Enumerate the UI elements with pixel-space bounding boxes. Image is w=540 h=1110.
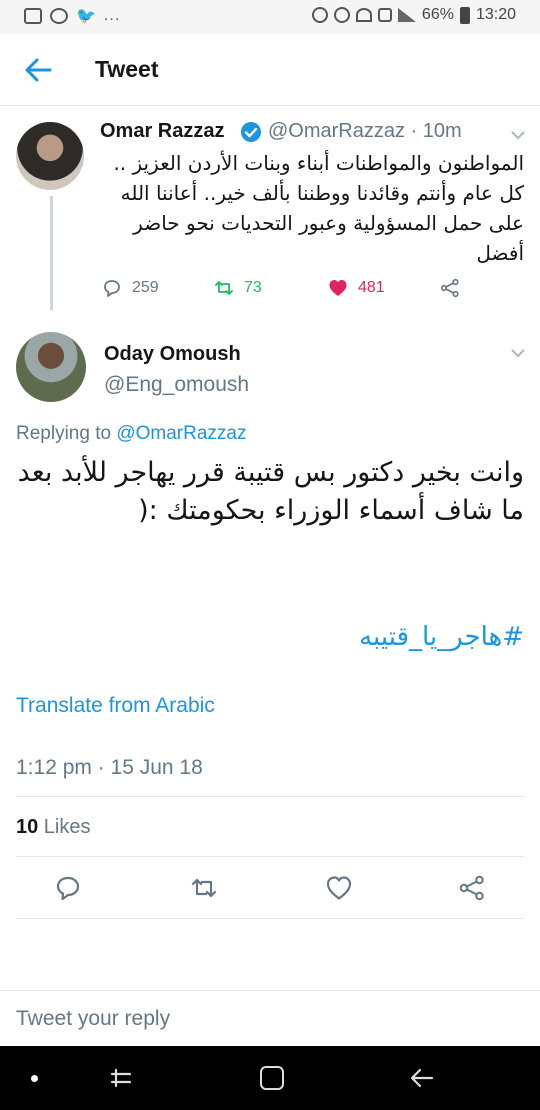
- divider: [16, 856, 524, 857]
- author-handle[interactable]: @Eng_omoush: [104, 373, 249, 397]
- chevron-down-icon[interactable]: [510, 348, 526, 358]
- replying-mention-link[interactable]: @OmarRazzaz: [116, 423, 246, 444]
- retweet-count: 73: [244, 279, 262, 296]
- arrow-left-icon[interactable]: [20, 52, 56, 88]
- verified-badge-icon: [241, 122, 261, 142]
- reply-button[interactable]: 259: [102, 278, 159, 298]
- data-icon: [377, 8, 392, 22]
- retweet-button[interactable]: 73: [214, 278, 262, 298]
- retweet-icon[interactable]: [190, 874, 218, 902]
- share-icon[interactable]: [458, 874, 486, 902]
- back-icon[interactable]: [408, 1066, 436, 1090]
- home-icon[interactable]: [260, 1066, 284, 1090]
- clock: 13:20: [475, 6, 516, 23]
- battery-percent: 66%: [421, 6, 454, 23]
- likes-count: 10: [16, 816, 39, 838]
- tweet-timestamp: 1:12 pm · 15 Jun 18: [16, 756, 203, 779]
- page-title: Tweet: [95, 56, 159, 82]
- author-name[interactable]: Omar Razzaz: [100, 120, 225, 143]
- reply-icon: [104, 280, 120, 297]
- replying-to: Replying to @OmarRazzaz: [16, 423, 247, 445]
- alarm-icon: [333, 7, 350, 23]
- translate-link[interactable]: Translate from Arabic: [16, 694, 215, 718]
- divider: [16, 918, 524, 919]
- reply-composer: [0, 990, 540, 1046]
- reply-icon[interactable]: [54, 874, 82, 902]
- system-nav-bar: [0, 1046, 540, 1110]
- tweet-text: المواطنون والمواطنات أبناء وبنات الأردن …: [113, 151, 524, 265]
- more-notifications: ...: [103, 7, 121, 24]
- share-button[interactable]: [440, 278, 460, 298]
- signal-icon: [397, 8, 416, 22]
- author-handle-time[interactable]: @OmarRazzaz · 10m: [268, 120, 462, 143]
- recent-apps-icon[interactable]: [108, 1066, 134, 1090]
- twitter-icon: 🐦: [76, 8, 96, 25]
- whatsapp-icon: [50, 8, 68, 24]
- mute-icon: [311, 7, 328, 23]
- like-count: 481: [358, 279, 385, 296]
- likes-summary[interactable]: 10 Likes: [16, 816, 91, 839]
- chevron-down-icon[interactable]: [510, 130, 526, 140]
- reply-input[interactable]: [16, 1001, 524, 1037]
- hashtag-link[interactable]: #هاجر_يا_قتيبه: [16, 622, 524, 652]
- tweet-text: وانت بخير دكتور بس قتيبة قرر يهاجر للأبد…: [17, 457, 524, 526]
- gallery-icon: [24, 8, 42, 24]
- tweet-actions: 259 73 481: [100, 278, 530, 306]
- status-bar: 🐦 ... 66% 13:20: [0, 0, 540, 34]
- app-header: Tweet: [0, 34, 540, 106]
- heart-filled-icon: [329, 280, 347, 296]
- avatar[interactable]: [16, 122, 84, 190]
- tweet-action-bar: [0, 872, 540, 904]
- avatar[interactable]: [16, 332, 86, 402]
- author-name[interactable]: Oday Omoush: [104, 343, 241, 366]
- nav-dot-icon[interactable]: [31, 1075, 38, 1082]
- heart-icon[interactable]: [325, 874, 353, 902]
- share-icon: [440, 278, 459, 298]
- status-bar-left: 🐦 ...: [24, 6, 120, 26]
- wifi-icon: [355, 8, 372, 22]
- status-bar-right: 66% 13:20: [311, 6, 516, 24]
- like-button[interactable]: 481: [328, 278, 385, 298]
- likes-label: Likes: [38, 816, 91, 838]
- reply-count: 259: [132, 279, 159, 296]
- thread-line: [50, 196, 53, 310]
- divider: [16, 796, 524, 797]
- battery-icon: [459, 6, 470, 24]
- replying-prefix: Replying to: [16, 423, 117, 444]
- retweet-icon: [215, 281, 233, 295]
